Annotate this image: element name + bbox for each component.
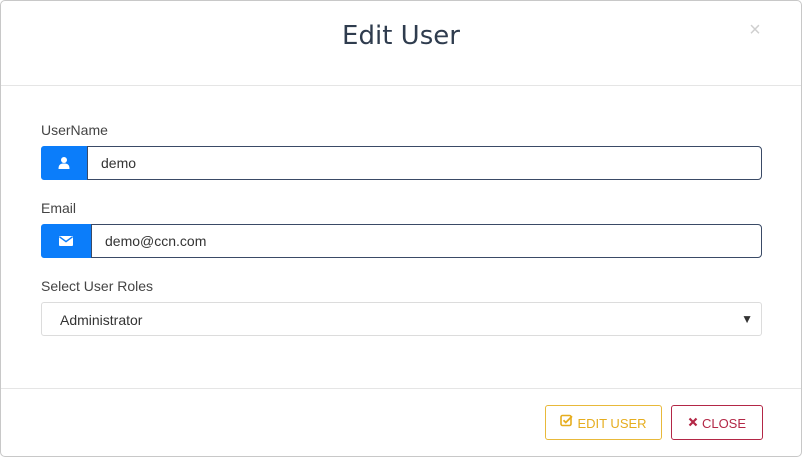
roles-label: Select User Roles	[41, 278, 154, 294]
edit-user-modal: Edit User × UserName demo Email demo@ccn…	[0, 0, 802, 457]
username-input-group: demo	[41, 146, 762, 180]
username-label: UserName	[41, 122, 108, 138]
edit-user-button[interactable]: EDIT USER	[545, 405, 662, 440]
roles-select[interactable]: Administrator ▼	[41, 302, 762, 336]
modal-title: Edit User	[342, 21, 460, 51]
email-field[interactable]: demo@ccn.com	[91, 224, 762, 258]
email-label: Email	[41, 200, 77, 216]
envelope-icon	[41, 224, 91, 258]
times-icon	[688, 406, 698, 439]
username-field[interactable]: demo	[87, 146, 762, 180]
modal-header: Edit User ×	[1, 1, 801, 86]
roles-selected-value: Administrator	[60, 312, 143, 328]
close-label: CLOSE	[701, 416, 747, 432]
close-icon[interactable]: ×	[746, 18, 764, 42]
dropdown-arrow-icon: ▼	[741, 312, 753, 326]
user-icon	[41, 146, 87, 180]
email-input-group: demo@ccn.com	[41, 224, 762, 258]
edit-user-label: EDIT USER	[577, 416, 647, 432]
modal-footer: EDIT USER CLOSE	[1, 388, 801, 458]
close-button[interactable]: CLOSE	[671, 405, 763, 440]
check-square-icon	[560, 406, 574, 439]
